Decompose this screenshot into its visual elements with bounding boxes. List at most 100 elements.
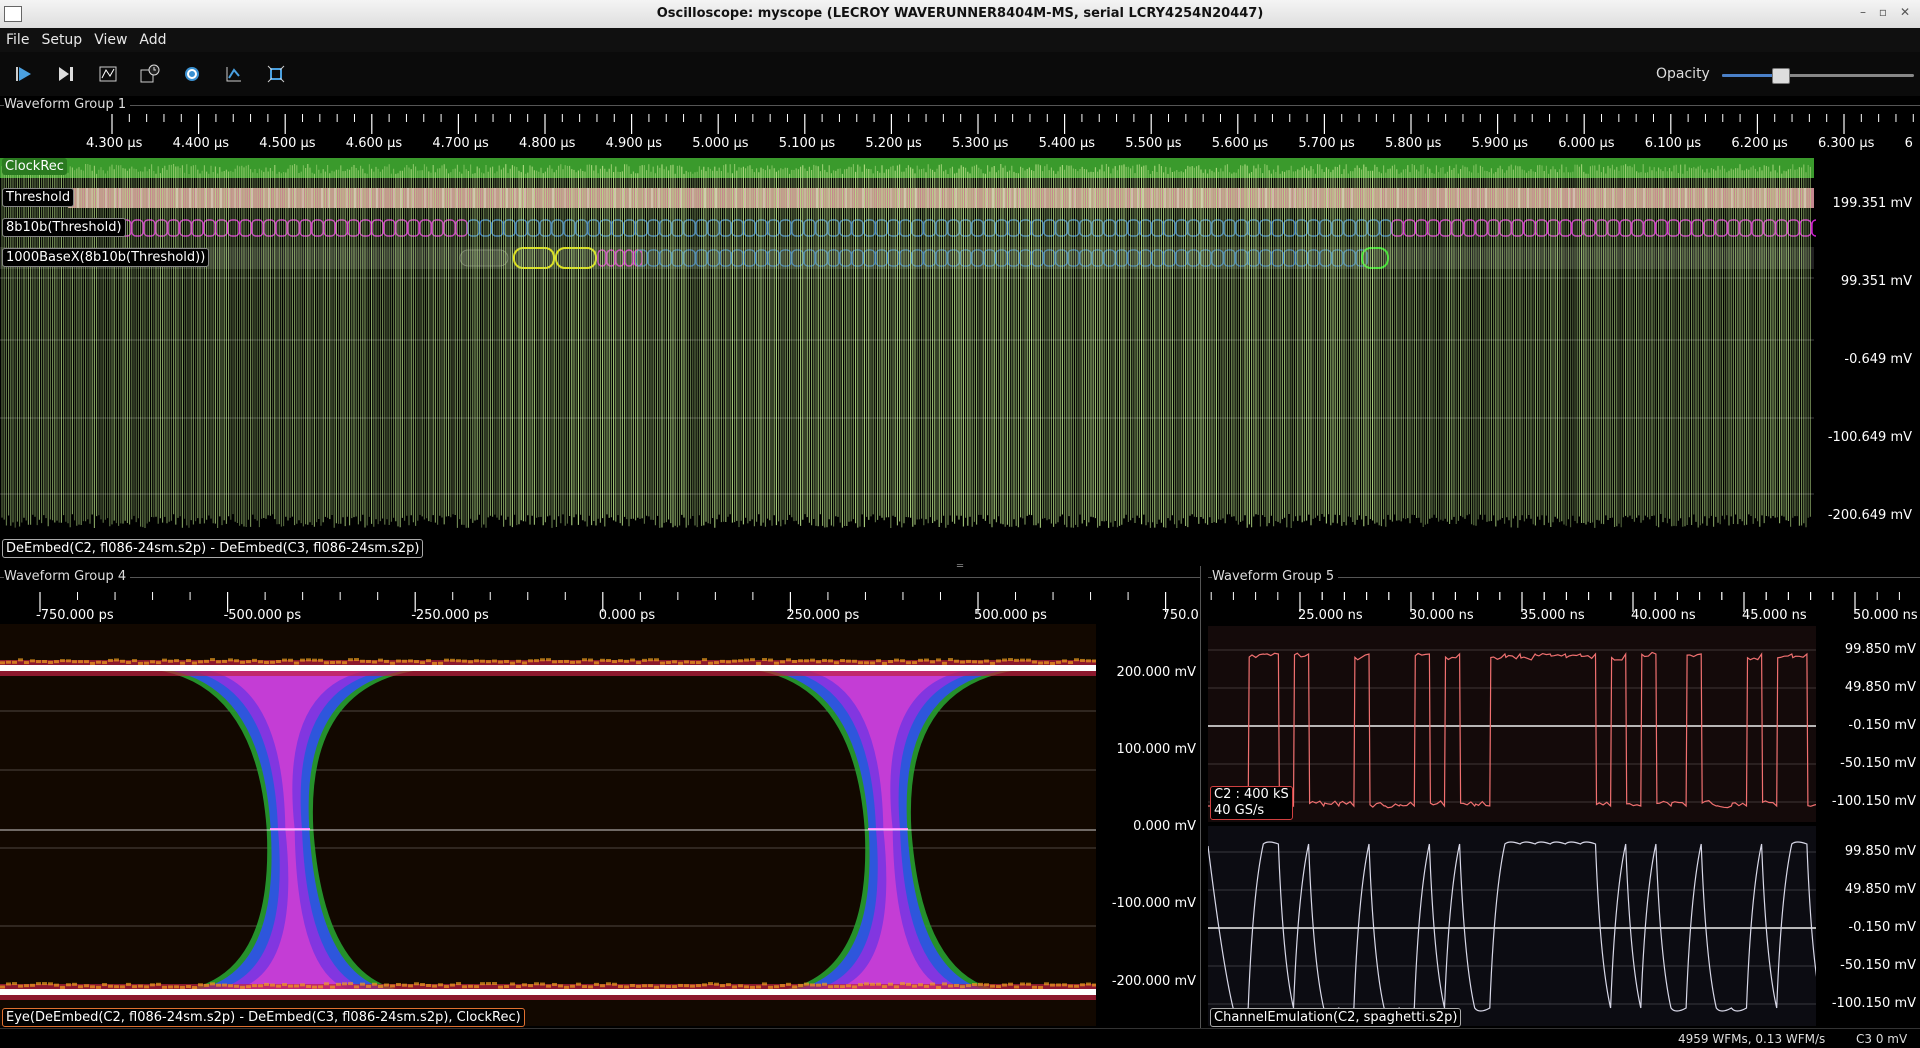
eye-rail-hotspot [600, 984, 605, 988]
eye-rail-hotspot [480, 659, 485, 663]
eye-rail-hotspot [684, 660, 689, 664]
group4-title[interactable]: Waveform Group 4 [4, 569, 131, 584]
eye-rail-hotspot [444, 658, 449, 662]
eye-rail-hotspot [186, 659, 191, 663]
fullscreen-icon[interactable] [262, 60, 290, 88]
eye-rail-hotspot [858, 661, 863, 665]
time-tick-label: 4.300 µs [86, 136, 143, 151]
menu-add[interactable]: Add [133, 28, 172, 48]
autoscale-icon[interactable] [220, 60, 248, 88]
eye-rail-hotspot [546, 658, 551, 662]
eye-rail-hotspot [216, 983, 221, 987]
opacity-slider-handle[interactable] [1771, 68, 1790, 84]
eye-rail-hotspot [396, 659, 401, 663]
eye-rail-hotspot [1014, 658, 1019, 662]
group4-waveform-label[interactable]: Eye(DeEmbed(C2, fl086-24sm.s2p) - DeEmbe… [2, 1008, 525, 1027]
single-step-icon[interactable] [52, 60, 80, 88]
time-tick-label: 250.000 ps [786, 608, 860, 623]
decode-threshold-label[interactable]: Threshold [2, 188, 75, 207]
eye-rail-hotspot [192, 985, 197, 989]
group1-waveform-label[interactable]: DeEmbed(C2, fl086-24sm.s2p) - DeEmbed(C3… [2, 539, 424, 558]
minimize-button[interactable]: – [1856, 5, 1870, 19]
stop-trigger-icon[interactable] [94, 60, 122, 88]
eye-rail-hotspot [144, 661, 149, 665]
eye-rail-hotspot [540, 658, 545, 662]
eye-rail-hotspot [78, 985, 83, 989]
eye-rail-hotspot [702, 658, 707, 662]
eye-rail-hotspot [882, 661, 887, 665]
time-tick-label: 6.100 µs [1644, 136, 1702, 151]
eye-rail-hotspot [630, 983, 635, 987]
eye-rail-hotspot [204, 983, 209, 987]
maximize-button[interactable]: ▫ [1876, 5, 1890, 19]
eye-rail-hotspot [306, 658, 311, 662]
history-icon[interactable] [136, 60, 164, 88]
eye-rail-hotspot [180, 661, 185, 665]
group-divider[interactable] [1200, 566, 1201, 1028]
window-title: Oscilloscope: myscope (LECROY WAVERUNNER… [656, 6, 1264, 21]
eye-rail-hotspot [552, 660, 557, 664]
eye-rail-hotspot [486, 982, 491, 986]
c2-info-box[interactable]: C2 : 400 kS 40 GS/s [1210, 786, 1293, 820]
eye-rail-hotspot [600, 658, 605, 662]
eye-rail-hotspot [174, 985, 179, 989]
eye-rail-hotspot [54, 660, 59, 664]
eye-diagram[interactable] [0, 624, 1096, 1026]
eye-rail-hotspot [342, 982, 347, 986]
eye-rail-hotspot [24, 661, 29, 665]
group5-plot-area[interactable] [1208, 626, 1816, 1026]
eye-rail-hotspot [330, 660, 335, 664]
refresh-icon[interactable] [178, 60, 206, 88]
eye-rail-hotspot [768, 658, 773, 662]
eye-rail-hotspot [834, 984, 839, 988]
splitter-handle-icon[interactable]: ═ [957, 561, 963, 572]
group5-title[interactable]: Waveform Group 5 [1212, 569, 1339, 584]
eye-rail-hotspot [870, 982, 875, 986]
eye-rail-hotspot [120, 985, 125, 989]
eye-rail-hotspot [360, 982, 365, 986]
menu-setup[interactable]: Setup [35, 28, 88, 48]
eye-rail-hotspot [540, 982, 545, 986]
group1-separator [0, 105, 1920, 106]
play-icon[interactable] [10, 60, 38, 88]
eye-rail-hotspot [360, 659, 365, 663]
eye-rail-hotspot [234, 984, 239, 988]
eye-rail-hotspot [78, 660, 83, 664]
eye-rail-hotspot [132, 985, 137, 989]
decode-8b10b-label[interactable]: 8b10b(Threshold) [2, 218, 126, 237]
eye-rail-hotspot [678, 983, 683, 987]
voltage-tick-label: -100.000 mV [1111, 896, 1196, 911]
eye-rail-hotspot [1050, 661, 1055, 665]
eye-rail-hotspot [138, 661, 143, 665]
close-button[interactable]: ✕ [1898, 5, 1912, 19]
eye-rail-hotspot [672, 985, 677, 989]
eye-rail-hotspot [690, 660, 695, 664]
eye-rail-hotspot [1014, 985, 1019, 989]
eye-rail-hotspot [780, 984, 785, 988]
eye-rail-hotspot [450, 983, 455, 987]
eye-rail-hotspot [60, 659, 65, 663]
eye-rail-hotspot [264, 982, 269, 986]
eye-rail-hotspot [0, 661, 5, 665]
eye-rail-hotspot [270, 660, 275, 664]
menu-bar: File Setup View Add [0, 28, 1920, 52]
eye-rail-hotspot [720, 659, 725, 663]
status-bar: 4959 WFMs, 0.13 WFM/s C3 0 mV [0, 1028, 1920, 1048]
eye-rail-hotspot [24, 984, 29, 988]
decode-clockrec-label[interactable]: ClockRec [2, 158, 67, 175]
time-tick-label: 40.000 ns [1631, 608, 1696, 623]
time-tick-label: 4.800 µs [519, 136, 576, 151]
voltage-tick-label: -50.150 mV [1840, 756, 1916, 771]
group1-title[interactable]: Waveform Group 1 [4, 97, 131, 112]
group1-plot-area[interactable] [0, 156, 1816, 538]
menu-file[interactable]: File [0, 28, 35, 48]
opacity-slider[interactable] [1722, 68, 1914, 84]
eye-rail-hotspot [852, 659, 857, 663]
eye-rail-hotspot [234, 659, 239, 663]
emulation-plot-background [1208, 826, 1816, 1026]
group5-waveform-label[interactable]: ChannelEmulation(C2, spaghetti.s2p) [1210, 1008, 1462, 1027]
eye-rail-hotspot [198, 983, 203, 987]
decode-1000basex-label[interactable]: 1000BaseX(8b10b(Threshold)) [2, 248, 210, 267]
eye-rail-hotspot [660, 661, 665, 665]
menu-view[interactable]: View [88, 28, 133, 48]
